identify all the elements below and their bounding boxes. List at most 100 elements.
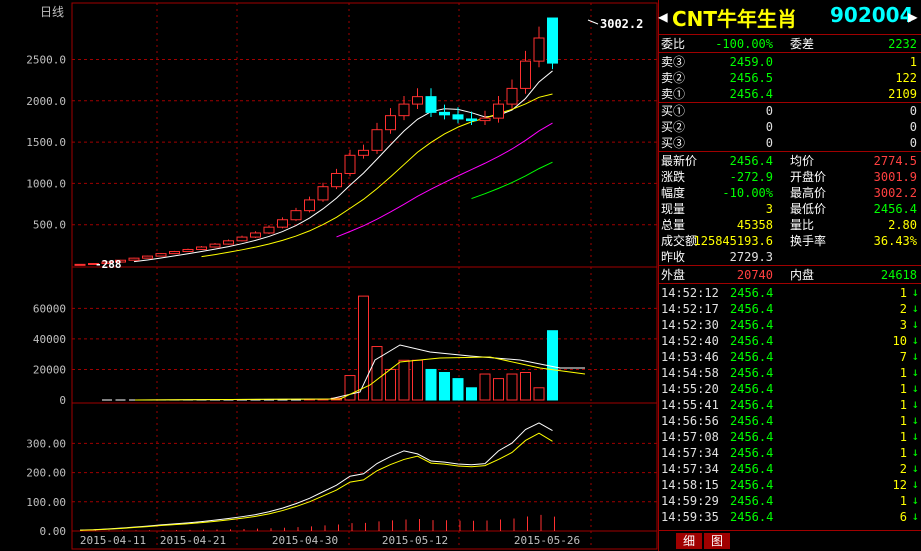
volume-bar[interactable] (398, 359, 410, 401)
date-label: 2015-05-26 (514, 534, 580, 547)
candle-body (155, 253, 167, 257)
volume-bar[interactable] (452, 378, 464, 401)
candle[interactable] (250, 231, 261, 238)
security-title: ◀ CNT牛年生肖 902004 ▶ (658, 0, 921, 34)
candle[interactable] (169, 250, 180, 255)
candle[interactable] (223, 239, 234, 245)
candle[interactable] (358, 144, 369, 159)
stat-label: 总量 (661, 218, 686, 232)
tick-row: 14:52:30 2456.4 3 (658, 317, 921, 333)
first-low-label: -288 (95, 258, 122, 271)
tick-volume: 6 (899, 510, 907, 524)
candle[interactable] (209, 243, 221, 248)
volume-bar[interactable] (520, 372, 531, 401)
candle-body (466, 118, 477, 122)
candle[interactable] (182, 248, 194, 253)
candle-body (479, 117, 491, 122)
tick-row: 14:56:56 2456.4 1 (658, 413, 921, 429)
sell-level-row: 卖① 2456.4 2109 (658, 86, 921, 102)
tick-down-arrow-icon: ↓ (911, 301, 919, 315)
candle-body (169, 251, 180, 255)
candle[interactable] (74, 263, 86, 266)
candle[interactable] (290, 207, 302, 222)
candle[interactable] (506, 79, 518, 109)
tick-volume: 7 (899, 350, 907, 364)
candle[interactable] (344, 149, 356, 177)
candle[interactable] (547, 17, 558, 70)
candle[interactable] (128, 257, 140, 261)
tick-row: 14:52:12 2456.4 1 (658, 285, 921, 301)
candle[interactable] (479, 110, 491, 125)
stat-value: 2456.4 (729, 154, 773, 168)
tick-down-arrow-icon: ↓ (911, 397, 919, 411)
axis-labels: 2500.0 2000.0 1500.0 1000.0 500.0 日线 60000 4000… (26, 5, 643, 547)
candle[interactable] (142, 255, 153, 259)
candle[interactable] (533, 26, 545, 68)
tick-price: 2456.4 (730, 398, 774, 412)
candle[interactable] (155, 252, 167, 257)
candle-body (412, 96, 423, 105)
volume-bar[interactable] (425, 368, 437, 401)
amount-lines (79, 422, 555, 531)
candle-body (425, 96, 437, 113)
stat-value: 2729.3 (729, 250, 773, 264)
tab-chart[interactable]: 图 (704, 533, 730, 549)
candle[interactable] (412, 88, 423, 109)
candle[interactable] (439, 104, 450, 120)
volume-bar[interactable] (506, 373, 518, 401)
tick-price: 2456.4 (730, 494, 774, 508)
volume-bar[interactable] (479, 373, 491, 401)
weibi-value: -100.00% (715, 37, 773, 51)
last-price-label: 3002.2 (600, 17, 643, 31)
stat-row: 最新价 2456.4 均价 2774.5 (658, 153, 921, 169)
tick-time: 14:53:46 (661, 350, 719, 364)
stat-value: 2774.5 (873, 154, 917, 168)
candle-body (290, 210, 302, 221)
tick-volume: 2 (899, 302, 907, 316)
buy-level-label: 买① (661, 104, 686, 118)
stat-label: 昨收 (661, 250, 686, 264)
volume-bar[interactable] (371, 346, 383, 401)
amount-line-2 (79, 432, 553, 531)
candle[interactable] (520, 50, 531, 94)
volume-bar[interactable] (412, 359, 423, 401)
stat-value: 3 (765, 202, 773, 216)
tab-detail[interactable]: 细 (676, 533, 702, 549)
tick-time: 14:52:17 (661, 302, 719, 316)
sell-level-price: 2456.5 (729, 71, 773, 85)
volume-bar[interactable] (493, 378, 504, 401)
tick-volume: 12 (892, 478, 907, 492)
candle[interactable] (493, 95, 504, 123)
volume-bar[interactable] (385, 368, 396, 401)
volume-bar[interactable] (466, 387, 477, 401)
volume-bar[interactable] (439, 372, 450, 401)
tick-price: 2456.4 (730, 446, 774, 460)
candle[interactable] (398, 95, 410, 121)
kline-chart[interactable]: 2500.0 2000.0 1500.0 1000.0 500.0 日线 60000 4000… (0, 0, 658, 551)
candle-body (304, 199, 315, 212)
stat-label: 均价 (790, 154, 815, 168)
candle[interactable] (331, 168, 342, 190)
candle[interactable] (263, 225, 275, 234)
candle[interactable] (196, 246, 207, 250)
tick-down-arrow-icon: ↓ (911, 477, 919, 491)
prev-security-icon[interactable]: ◀ (658, 7, 668, 26)
candle[interactable] (277, 217, 288, 229)
stat-value: -272.9 (729, 170, 773, 184)
candle[interactable] (385, 108, 396, 134)
tick-row: 14:57:34 2456.4 2 (658, 461, 921, 477)
next-security-icon[interactable]: ▶ (908, 7, 918, 26)
stat-label: 涨跌 (661, 170, 686, 184)
tick-time: 14:59:35 (661, 510, 719, 524)
volume-bar[interactable] (533, 387, 545, 401)
volume-bars[interactable] (102, 295, 586, 401)
candle[interactable] (425, 88, 437, 117)
candle[interactable] (304, 196, 315, 213)
candle[interactable] (317, 182, 329, 202)
tick-volume: 1 (899, 446, 907, 460)
candle[interactable] (371, 122, 383, 154)
candle[interactable] (236, 235, 248, 242)
candle-body (547, 17, 558, 64)
buy-level-row: 买③ 0 0 (658, 135, 921, 151)
stat-label: 开盘价 (790, 170, 827, 184)
